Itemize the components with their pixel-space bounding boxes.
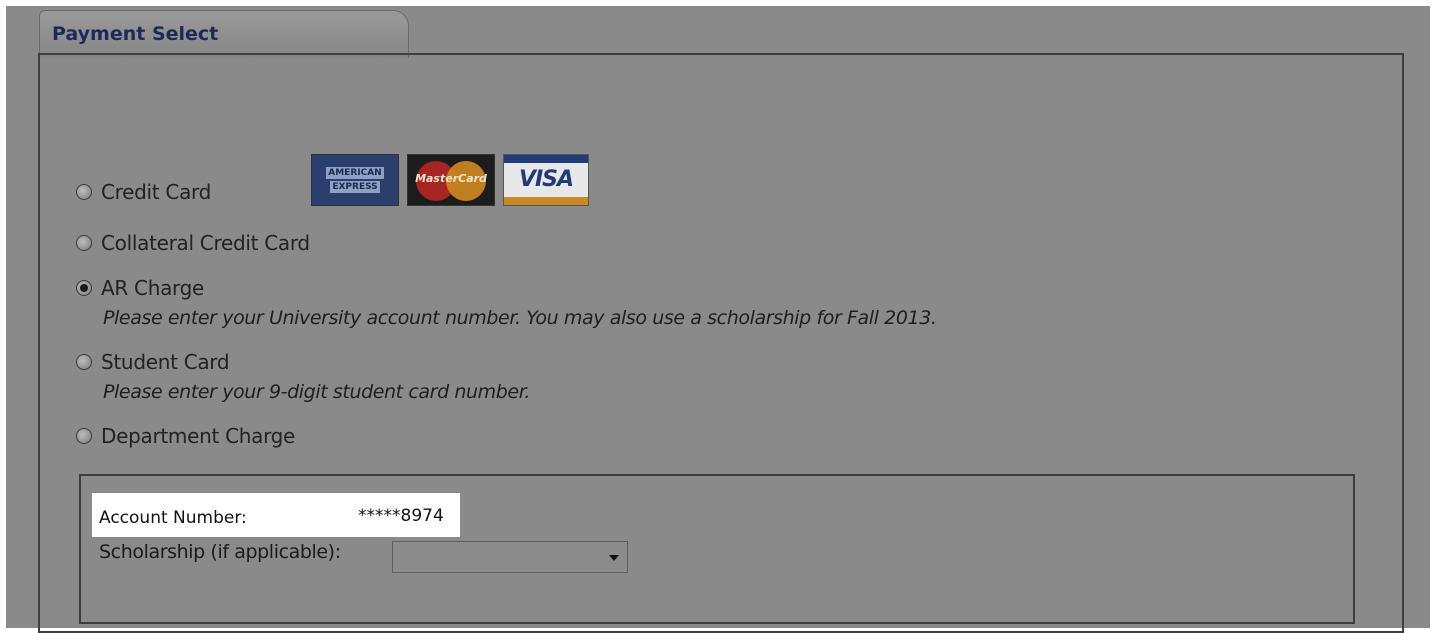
radio-student-card[interactable] <box>76 354 92 370</box>
option-student-card[interactable]: Student Card <box>76 350 230 374</box>
amex-logo: AMERICAN EXPRESS <box>311 154 399 206</box>
option-label-ar-charge: AR Charge <box>101 276 205 300</box>
option-label-student-card: Student Card <box>101 350 230 374</box>
scholarship-select[interactable] <box>392 541 628 573</box>
option-credit-card[interactable]: Credit Card <box>76 180 211 204</box>
mastercard-logo: MasterCard <box>407 154 495 206</box>
mastercard-text: MasterCard <box>415 172 487 185</box>
option-department-charge[interactable]: Department Charge <box>76 424 295 448</box>
option-label-credit-card: Credit Card <box>101 180 211 204</box>
account-number-label: Account Number: <box>99 508 247 528</box>
amex-line2: EXPRESS <box>330 181 380 193</box>
option-ar-charge[interactable]: AR Charge <box>76 276 204 300</box>
tab-payment-select[interactable]: Payment Select <box>39 10 409 58</box>
radio-collateral-credit-card[interactable] <box>76 235 92 251</box>
tab-title: Payment Select <box>52 23 219 45</box>
option-collateral-credit-card[interactable]: Collateral Credit Card <box>76 231 310 255</box>
account-number-value: *****8974 <box>358 506 444 526</box>
student-card-note: Please enter your 9-digit student card n… <box>103 381 531 403</box>
option-label-department-charge: Department Charge <box>101 424 296 448</box>
radio-department-charge[interactable] <box>76 428 92 444</box>
amex-line1: AMERICAN <box>326 167 384 179</box>
ar-charge-note: Please enter your University account num… <box>103 307 937 329</box>
visa-logo: VISA <box>503 154 589 206</box>
chevron-down-icon[interactable] <box>609 555 619 561</box>
card-logos: AMERICAN EXPRESS MasterCard VISA <box>311 154 589 206</box>
option-label-collateral-credit-card: Collateral Credit Card <box>101 231 310 255</box>
visa-bottom-band <box>504 197 588 205</box>
radio-credit-card[interactable] <box>76 184 92 200</box>
visa-top-band <box>504 155 588 163</box>
radio-ar-charge[interactable] <box>76 280 92 296</box>
scholarship-label: Scholarship (if applicable): <box>99 541 341 563</box>
visa-text: VISA <box>518 167 574 192</box>
